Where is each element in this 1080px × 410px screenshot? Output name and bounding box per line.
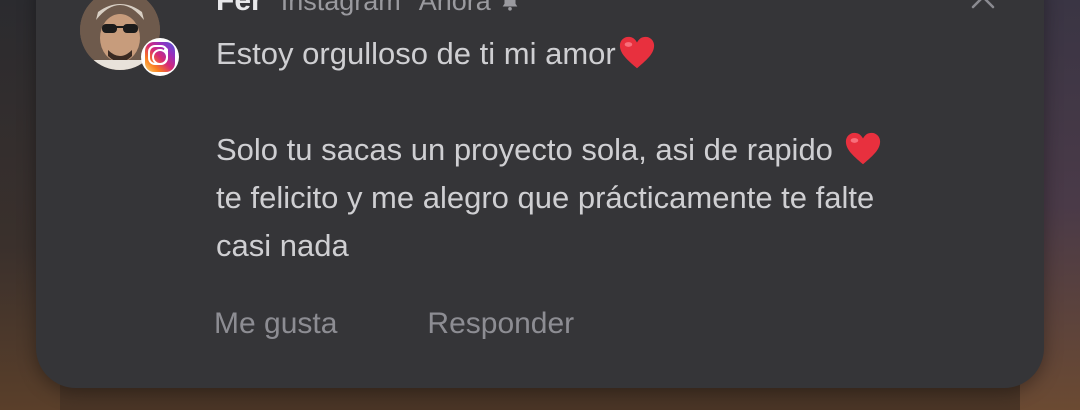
heart-icon bbox=[619, 36, 654, 69]
message-line-5: casi nada bbox=[216, 228, 349, 263]
instagram-icon bbox=[145, 42, 175, 72]
message-line-4: te felicito y me alegro que prácticament… bbox=[216, 180, 875, 215]
heart-icon bbox=[845, 132, 880, 165]
timestamp: Ahora bbox=[418, 0, 491, 16]
notification-header: Fer Instagram Ahora bbox=[216, 0, 521, 17]
like-button[interactable]: Me gusta bbox=[214, 307, 337, 341]
notification-actions: Me gusta Responder bbox=[214, 307, 574, 341]
message-line-1: Estoy orgulloso de ti mi amor bbox=[216, 30, 1006, 78]
close-icon[interactable] bbox=[968, 0, 998, 12]
sender-name: Fer bbox=[216, 0, 263, 17]
bell-icon bbox=[502, 0, 518, 11]
notification-message: Estoy orgulloso de ti mi amor Solo tu sa… bbox=[216, 30, 1006, 270]
reply-button[interactable]: Responder bbox=[427, 307, 574, 341]
app-name: Instagram bbox=[280, 0, 401, 16]
sender-avatar-group[interactable] bbox=[80, 0, 179, 80]
instagram-badge bbox=[141, 38, 179, 76]
message-line-3: Solo tu sacas un proyecto sola, asi de r… bbox=[216, 126, 1006, 174]
